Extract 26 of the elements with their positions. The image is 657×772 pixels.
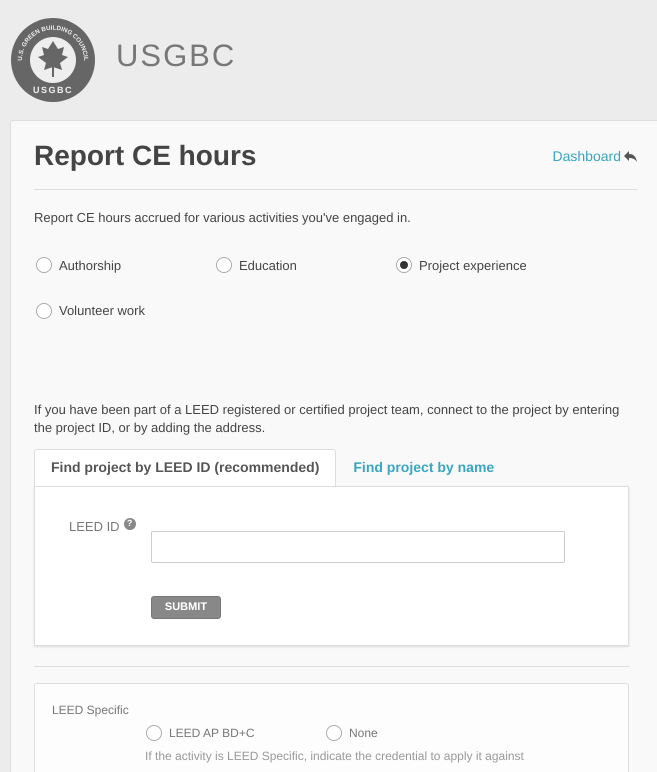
radio-button[interactable]: [36, 302, 52, 319]
radio-button[interactable]: [216, 257, 232, 274]
tab[interactable]: Find project by LEED ID (recommended): [34, 448, 336, 486]
project-instructions: If you have been part of a LEED registered or certified project team, connect to the project by entering the project ID, or by adding the address.: [34, 400, 620, 436]
section-label: LEED Specific: [52, 702, 129, 716]
radio-label: None: [349, 724, 378, 742]
radio-label: LEED AP BD+C: [169, 724, 254, 742]
brand-name: USGBC: [116, 36, 236, 75]
help-icon[interactable]: ?: [124, 518, 136, 530]
radio-label: Project experience: [419, 256, 527, 275]
tab[interactable]: Find project by name: [336, 448, 512, 486]
radio-button[interactable]: [36, 257, 52, 274]
radio-label: Authorship: [59, 256, 122, 275]
reply-arrow-icon: [624, 150, 637, 162]
radio-button[interactable]: [146, 724, 162, 740]
intro-text: Report CE hours accrued for various activities you've engaged in.: [34, 209, 412, 227]
dashboard-link[interactable]: Dashboard: [552, 146, 637, 166]
leed-id-field[interactable]: [151, 530, 565, 562]
radio-label: Volunteer work: [59, 302, 145, 320]
page-title: Report CE hours: [34, 139, 256, 173]
field-label: LEED ID: [69, 518, 120, 536]
radio-button[interactable]: [326, 724, 342, 740]
radio-button[interactable]: [396, 257, 412, 274]
hint-text: If the activity is LEED Specific, indicate the credential to apply it against: [145, 748, 525, 764]
radio-label: Education: [239, 256, 297, 274]
submit-button[interactable]: SUBMIT: [151, 596, 221, 618]
